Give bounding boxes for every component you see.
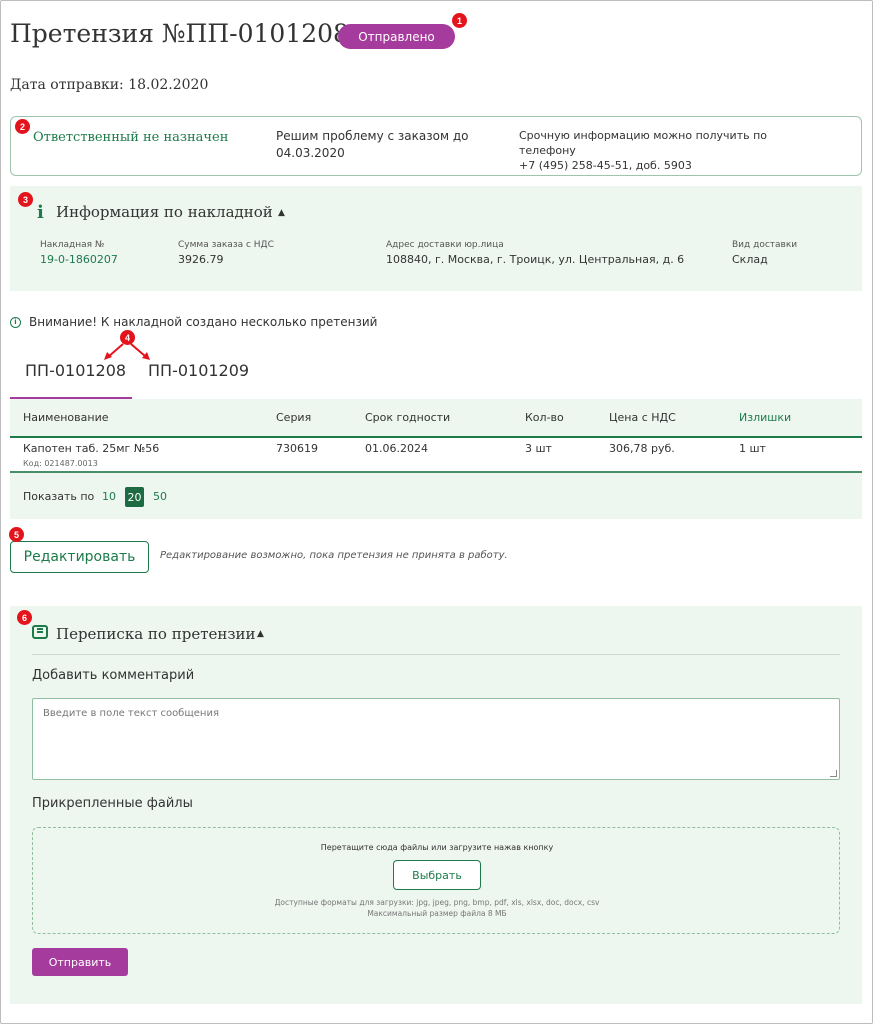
resolve-text: Решим проблему с заказом до	[276, 129, 469, 143]
edit-note: Редактирование возможно, пока претензия …	[160, 550, 508, 561]
column-header-qty: Кол-во	[525, 411, 564, 424]
file-drop-zone[interactable]: Перетащите сюда файлы или загрузите нажа…	[32, 827, 840, 934]
comment-input[interactable]: Введите в поле текст сообщения	[32, 698, 840, 780]
page-size-10[interactable]: 10	[102, 490, 116, 503]
cell-qty: 3 шт	[525, 442, 552, 455]
resolve-deadline: Решим проблему с заказом до 04.03.2020	[276, 128, 476, 162]
field-label-address: Адрес доставки юр.лица	[386, 240, 504, 250]
annotation-marker-1: 1	[452, 13, 467, 28]
phone-number: +7 (495) 258-45-51, доб. 5903	[519, 159, 692, 172]
caret-up-icon[interactable]: ▲	[278, 208, 285, 218]
page-frame: Претензия №ПП-0101208 Отправлено 1 Дата …	[0, 0, 873, 1024]
max-file-size: Максимальный размер файла 8 МБ	[367, 909, 507, 918]
order-sum: 3926.79	[178, 253, 224, 266]
correspondence-panel: Переписка по претензии ▲ Добавить коммен…	[10, 606, 862, 1004]
cell-price: 306,78 руб.	[609, 442, 675, 455]
sent-date: Дата отправки: 18.02.2020	[10, 77, 209, 93]
claim-items-table: Наименование Серия Срок годности Кол-во …	[10, 399, 862, 519]
page-size-label: Показать по	[23, 490, 95, 503]
annotation-marker-5: 5	[9, 527, 24, 542]
contact-phone-info: Срочную информацию можно получить по тел…	[519, 128, 819, 173]
page-title: Претензия №ПП-0101208	[10, 19, 349, 48]
comment-placeholder: Введите в поле текст сообщения	[43, 708, 219, 719]
responsible-panel: Ответственный не назначен Решим проблему…	[10, 116, 862, 176]
info-icon: i	[37, 202, 44, 223]
field-label-delivery-type: Вид доставки	[732, 240, 798, 250]
invoice-section-title[interactable]: Информация по накладной	[56, 203, 273, 221]
cell-name: Капотен таб. 25мг №56	[23, 442, 160, 455]
add-comment-heading: Добавить комментарий	[32, 668, 195, 683]
tab-claim-0101209[interactable]: ПП-0101209	[148, 361, 249, 380]
edit-button[interactable]: Редактировать	[10, 541, 149, 573]
column-header-price: Цена с НДС	[609, 411, 676, 424]
invoice-number-link[interactable]: 19-0-1860207	[40, 253, 118, 266]
column-header-surplus: Излишки	[739, 411, 792, 424]
page-size-50[interactable]: 50	[153, 490, 167, 503]
correspondence-title[interactable]: Переписка по претензии	[56, 625, 256, 643]
cell-surplus: 1 шт	[739, 442, 766, 455]
annotation-marker-4: 4	[120, 330, 135, 345]
info-circle-icon: i	[10, 316, 21, 328]
column-header-series: Серия	[276, 411, 312, 424]
attached-files-heading: Прикрепленные файлы	[32, 796, 193, 811]
tab-claim-0101208[interactable]: ПП-0101208	[25, 361, 126, 380]
send-button[interactable]: Отправить	[32, 948, 128, 976]
cell-code: Код: 021487.0013	[23, 459, 98, 468]
caret-up-icon[interactable]: ▲	[257, 629, 264, 639]
table-row: Капотен таб. 25мг №56 Код: 021487.0013 7…	[10, 436, 862, 473]
delivery-address: 108840, г. Москва, г. Троицк, ул. Центра…	[386, 253, 685, 266]
chat-icon	[32, 625, 48, 639]
resize-handle[interactable]	[830, 770, 837, 777]
phone-text: Срочную информацию можно получить по тел…	[519, 129, 768, 157]
annotation-marker-2: 2	[15, 119, 30, 134]
field-label-invoice-no: Накладная №	[40, 240, 105, 250]
annotation-marker-3: 3	[18, 192, 33, 207]
column-header-name: Наименование	[23, 411, 109, 424]
cell-series: 730619	[276, 442, 318, 455]
allowed-formats: Доступные форматы для загрузки: jpg, jpe…	[274, 898, 600, 907]
cell-expiry: 01.06.2024	[365, 442, 428, 455]
column-header-expiry: Срок годности	[365, 411, 451, 424]
status-badge: Отправлено	[338, 24, 455, 49]
multiple-claims-warning: i Внимание! К накладной создано нескольк…	[10, 315, 377, 329]
choose-file-button[interactable]: Выбрать	[393, 860, 481, 890]
warning-text: Внимание! К накладной создано несколько …	[29, 315, 378, 329]
page-size-20-active[interactable]: 20	[125, 487, 144, 507]
delivery-type: Склад	[732, 253, 768, 266]
invoice-panel: i Информация по накладной ▲ Накладная № …	[10, 186, 862, 291]
drop-instructions: Перетащите сюда файлы или загрузите нажа…	[320, 843, 554, 852]
annotation-marker-6: 6	[17, 610, 32, 625]
resolve-date: 04.03.2020	[276, 146, 345, 160]
divider	[32, 654, 840, 655]
responsible-status: Ответственный не назначен	[33, 130, 229, 145]
field-label-sum: Сумма заказа с НДС	[178, 240, 274, 250]
